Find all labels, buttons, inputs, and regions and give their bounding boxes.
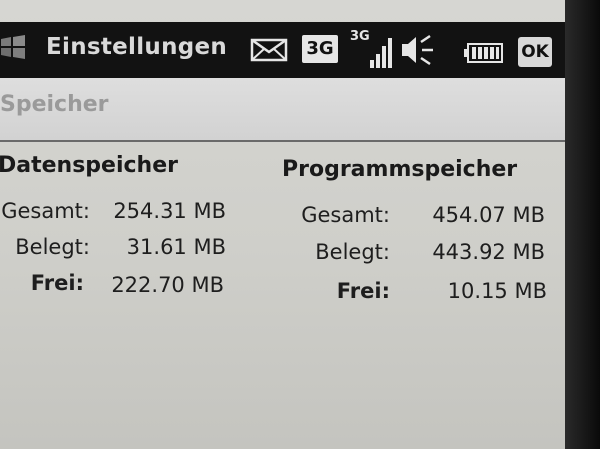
window-title: Einstellungen: [46, 34, 228, 60]
screen: Einstellungen 3G 3G OK Speicher Datenspe…: [0, 0, 565, 449]
program-storage-title: Programmspeicher: [282, 157, 518, 182]
3g-icon[interactable]: 3G: [302, 35, 338, 63]
data-free-value: 222.70 MB: [111, 273, 224, 297]
section-title: Speicher: [0, 92, 109, 117]
data-total-label: Gesamt:: [1, 199, 90, 223]
windows-logo-icon[interactable]: [0, 34, 26, 60]
program-free-label: Frei:: [336, 279, 390, 303]
device-bezel-right: [565, 0, 600, 449]
data-used-label: Belegt:: [15, 235, 90, 259]
mail-icon[interactable]: [250, 38, 288, 62]
ok-button[interactable]: OK: [518, 37, 552, 67]
program-used-label: Belegt:: [315, 240, 390, 264]
program-free-value: 10.15 MB: [447, 279, 547, 303]
3g-signal-icon[interactable]: 3G: [350, 30, 396, 70]
data-storage-title: Datenspeicher: [0, 153, 178, 178]
battery-icon[interactable]: [464, 42, 504, 64]
data-used-value: 31.61 MB: [126, 235, 226, 259]
data-free-label: Frei:: [30, 271, 84, 295]
speaker-icon[interactable]: [400, 34, 436, 66]
program-total-label: Gesamt:: [301, 203, 390, 227]
program-used-value: 443.92 MB: [432, 240, 545, 264]
data-total-value: 254.31 MB: [113, 199, 226, 223]
program-total-value: 454.07 MB: [432, 203, 545, 227]
